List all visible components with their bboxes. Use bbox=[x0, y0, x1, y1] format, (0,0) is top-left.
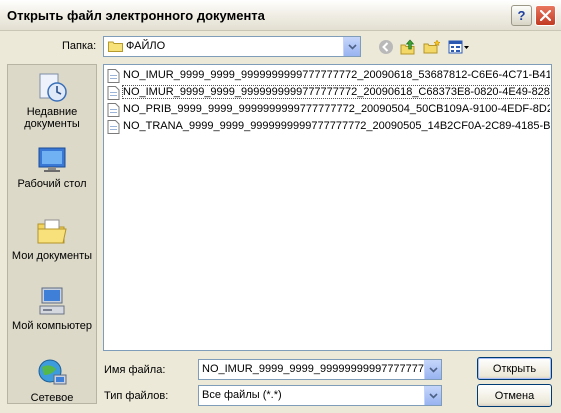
title-bar: Открыть файл электронного документа ? bbox=[0, 0, 561, 31]
file-list[interactable]: NO_IMUR_9999_9999_9999999999777777772_20… bbox=[103, 64, 552, 351]
cancel-button-label: Отмена bbox=[494, 389, 535, 402]
close-button[interactable] bbox=[535, 5, 556, 26]
file-icon bbox=[107, 120, 120, 134]
place-label: Рабочий стол bbox=[17, 178, 87, 190]
help-button[interactable]: ? bbox=[511, 5, 532, 26]
place-recent-documents[interactable]: Недавние документы bbox=[8, 71, 96, 130]
desktop-icon bbox=[38, 147, 66, 172]
place-my-computer[interactable]: Мой компьютер bbox=[8, 285, 96, 332]
place-label: Мой компьютер bbox=[11, 320, 93, 332]
filename-input[interactable]: NO_IMUR_9999_9999_9999999999777777772_20… bbox=[198, 359, 442, 380]
back-button[interactable] bbox=[376, 38, 396, 56]
network-icon bbox=[38, 359, 67, 385]
view-menu-button[interactable] bbox=[447, 38, 471, 56]
help-icon: ? bbox=[517, 8, 526, 23]
place-label: Недавние документы bbox=[24, 106, 80, 130]
file-item[interactable]: NO_IMUR_9999_9999_9999999999777777772_20… bbox=[106, 68, 550, 84]
chevron-down-icon bbox=[347, 43, 357, 50]
cancel-button[interactable]: Отмена bbox=[477, 384, 552, 407]
places-bar: Недавние документы Рабочий стол Мои доку… bbox=[7, 64, 97, 404]
file-item[interactable]: NO_TRANA_9999_9999_9999999999777777772_2… bbox=[106, 119, 550, 135]
place-label: Мои документы bbox=[11, 250, 93, 262]
lookin-label: Папка: bbox=[62, 40, 97, 52]
lookin-dropdown-button[interactable] bbox=[343, 37, 360, 56]
file-icon bbox=[107, 69, 120, 83]
file-name: NO_IMUR_9999_9999_9999999999777777772_20… bbox=[123, 69, 550, 81]
file-name: NO_IMUR_9999_9999_9999999999777777772_20… bbox=[121, 85, 550, 99]
filename-dropdown-button[interactable] bbox=[424, 360, 441, 379]
chevron-down-icon bbox=[428, 366, 438, 373]
file-name: NO_TRANA_9999_9999_9999999999777777772_2… bbox=[123, 120, 550, 132]
lookin-value: ФАЙЛО bbox=[126, 40, 166, 52]
file-icon bbox=[107, 103, 120, 117]
file-item-selected[interactable]: NO_IMUR_9999_9999_9999999999777777772_20… bbox=[106, 85, 550, 101]
open-button[interactable]: Открыть bbox=[477, 357, 552, 380]
filetype-select[interactable]: Все файлы (*.*) bbox=[198, 385, 442, 406]
folder-icon bbox=[108, 41, 123, 52]
view-menu-icon bbox=[448, 40, 469, 54]
my-documents-icon bbox=[37, 219, 67, 244]
place-label: Сетевое bbox=[30, 392, 74, 404]
up-folder-button[interactable] bbox=[399, 38, 419, 56]
place-desktop[interactable]: Рабочий стол bbox=[8, 143, 96, 190]
place-network[interactable]: Сетевое bbox=[8, 357, 96, 404]
chevron-down-icon bbox=[428, 392, 438, 399]
filename-label: Имя файла: bbox=[104, 364, 166, 376]
window-title: Открыть файл электронного документа bbox=[7, 8, 265, 23]
new-folder-icon bbox=[423, 39, 441, 54]
filetype-value: Все файлы (*.*) bbox=[202, 389, 282, 401]
lookin-combo[interactable]: ФАЙЛО bbox=[103, 36, 361, 57]
file-name: NO_PRIB_9999_9999_9999999999777777772_20… bbox=[123, 103, 550, 115]
new-folder-button[interactable] bbox=[422, 38, 442, 56]
close-icon bbox=[540, 10, 551, 21]
recent-documents-icon bbox=[39, 73, 67, 102]
place-my-documents[interactable]: Мои документы bbox=[8, 215, 96, 262]
open-button-label: Открыть bbox=[492, 362, 537, 375]
back-icon bbox=[379, 40, 393, 54]
filetype-dropdown-button[interactable] bbox=[424, 386, 441, 405]
my-computer-icon bbox=[39, 287, 65, 315]
filename-value: NO_IMUR_9999_9999_9999999999777777772_20… bbox=[202, 363, 441, 375]
filetype-label: Тип файлов: bbox=[104, 390, 169, 402]
file-item[interactable]: NO_PRIB_9999_9999_9999999999777777772_20… bbox=[106, 102, 550, 118]
file-icon bbox=[107, 86, 120, 100]
up-folder-icon bbox=[400, 39, 415, 55]
